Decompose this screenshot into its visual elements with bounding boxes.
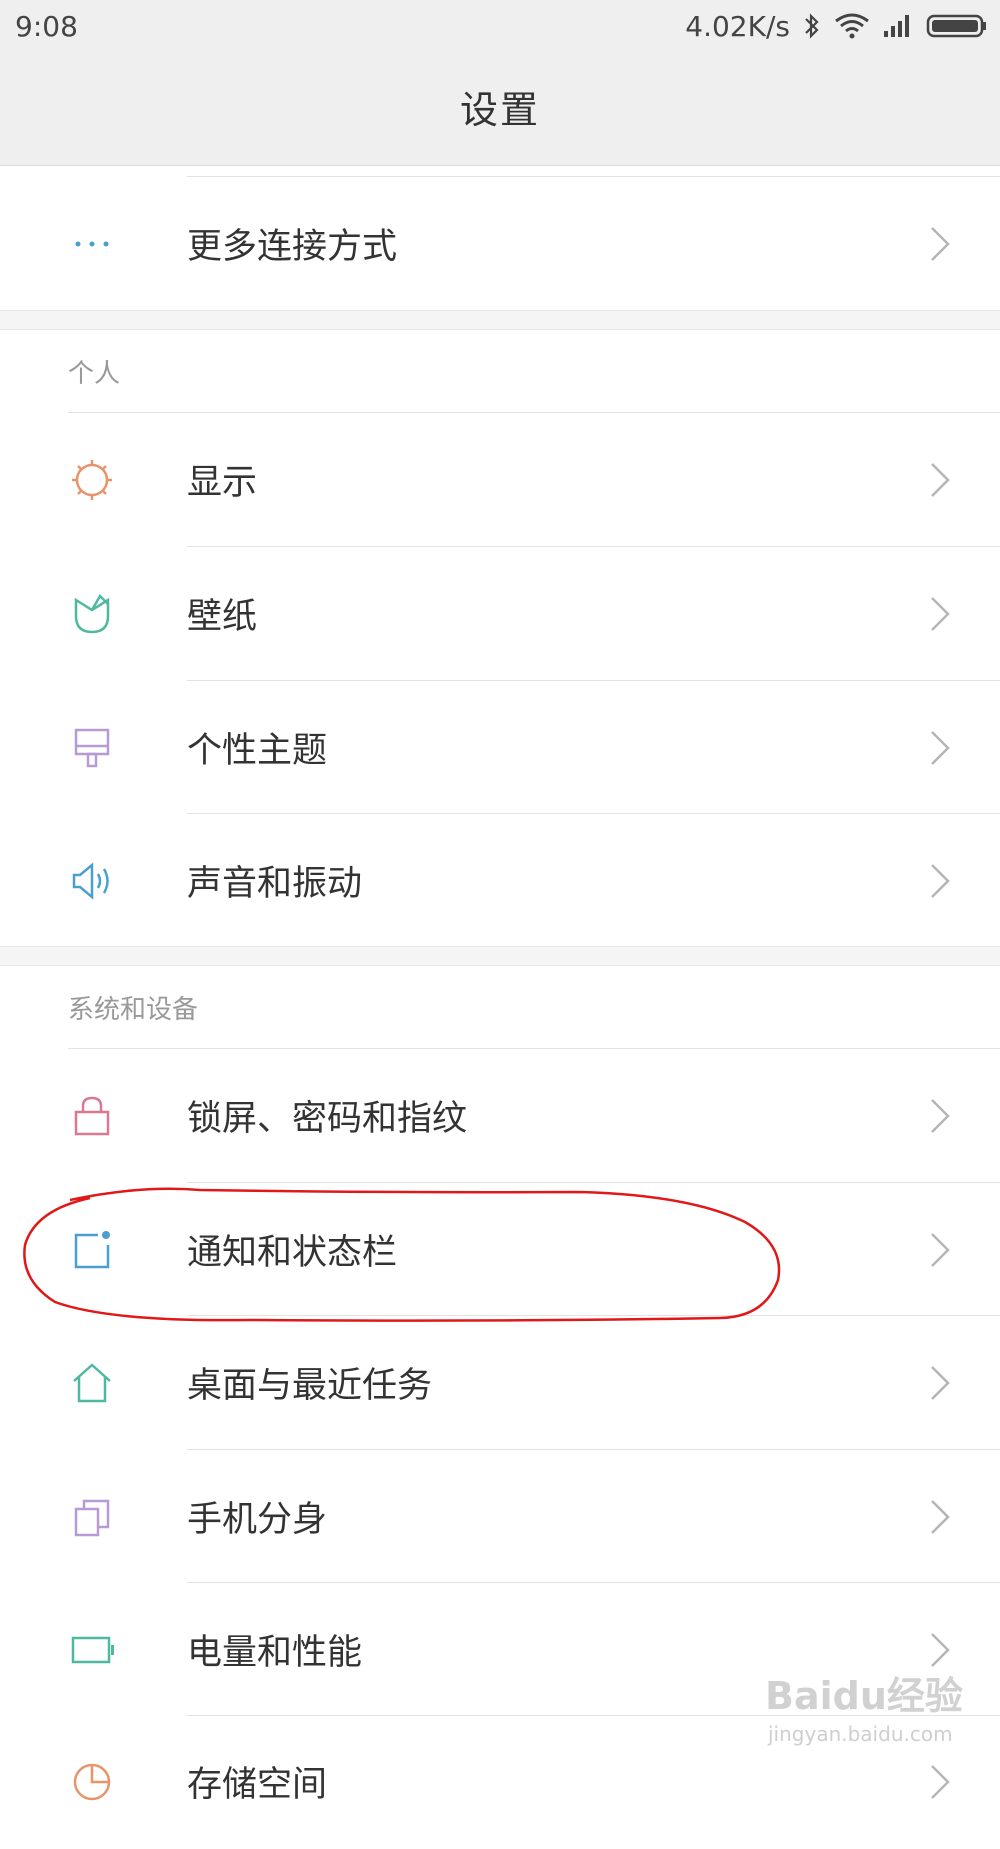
item-label: 壁纸: [187, 597, 258, 637]
item-label: 更多连接方式: [187, 227, 398, 267]
chevron-right-icon: [931, 730, 950, 765]
tulip-icon: [68, 590, 116, 638]
status-time: 9:08: [15, 10, 78, 43]
chevron-right-icon: [931, 462, 950, 497]
chevron-right-icon: [931, 596, 950, 631]
settings-item-themes[interactable]: 个性主题: [0, 681, 1000, 814]
chevron-right-icon: [931, 1765, 950, 1799]
bluetooth-icon: [805, 13, 819, 39]
settings-item-second-space[interactable]: 手机分身: [0, 1450, 1000, 1583]
sun-icon: [68, 456, 116, 504]
item-label: 电量和性能: [187, 1633, 363, 1673]
pie-chart-icon: [68, 1758, 116, 1806]
chevron-right-icon: [931, 1499, 950, 1534]
baidu-watermark: Baidu经验: [765, 1674, 963, 1718]
section-header-system: 系统和设备: [68, 995, 199, 1025]
settings-item-display[interactable]: 显示: [0, 413, 1000, 546]
paint-brush-icon: [68, 724, 116, 772]
baidu-watermark-url: jingyan.baidu.com: [768, 1722, 953, 1746]
chevron-right-icon: [931, 226, 950, 261]
chevron-right-icon: [931, 1232, 950, 1267]
speaker-icon: [68, 857, 116, 905]
item-label: 锁屏、密码和指纹: [187, 1099, 468, 1139]
settings-item-sound[interactable]: 声音和振动: [0, 814, 1000, 947]
section-header-personal: 个人: [68, 359, 121, 389]
battery-outline-icon: [68, 1626, 116, 1674]
chevron-right-icon: [931, 1098, 950, 1133]
item-label: 桌面与最近任务: [187, 1366, 433, 1406]
settings-item-notifications[interactable]: 通知和状态栏: [0, 1183, 1000, 1316]
item-label: 存储空间: [187, 1765, 328, 1805]
settings-item-more-connections[interactable]: 更多连接方式: [0, 177, 1000, 310]
item-label: 个性主题: [187, 731, 328, 771]
chevron-right-icon: [931, 1365, 950, 1400]
notification-icon: [68, 1226, 116, 1274]
wifi-icon: [835, 13, 869, 39]
status-bar: 9:08 4.02K/s: [0, 0, 1000, 55]
item-label: 显示: [187, 463, 258, 503]
chevron-right-icon: [931, 863, 950, 898]
settings-item-lockscreen[interactable]: 锁屏、密码和指纹: [0, 1049, 1000, 1182]
settings-item-wallpaper[interactable]: 壁纸: [0, 547, 1000, 680]
home-icon: [68, 1359, 116, 1407]
battery-icon: [926, 14, 986, 38]
lock-icon: [68, 1092, 116, 1140]
settings-item-home[interactable]: 桌面与最近任务: [0, 1316, 1000, 1449]
item-label: 手机分身: [187, 1500, 328, 1540]
page-title: 设置: [459, 87, 540, 132]
network-speed: 4.02K/s: [685, 9, 790, 43]
item-label: 通知和状态栏: [187, 1233, 398, 1273]
more-dots-icon: [68, 220, 116, 268]
signal-icon: [884, 15, 909, 37]
item-label: 声音和振动: [187, 864, 363, 904]
clone-icon: [68, 1493, 116, 1541]
chevron-right-icon: [931, 1632, 950, 1667]
title-bar: 设置: [0, 55, 1000, 166]
